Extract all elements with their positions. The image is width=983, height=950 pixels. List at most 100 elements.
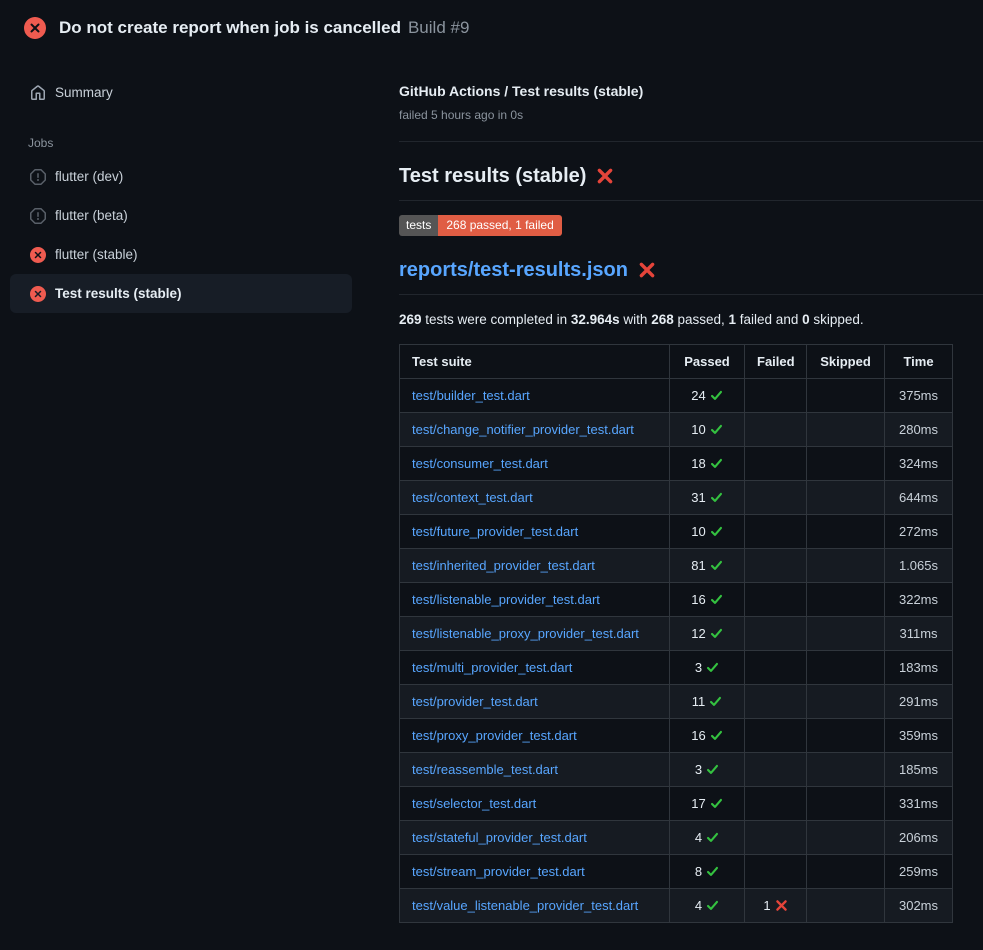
table-row: test/consumer_test.dart 18 324ms <box>400 447 953 481</box>
check-mark-icon <box>710 389 723 402</box>
suite-link[interactable]: test/builder_test.dart <box>412 388 530 403</box>
skipped-cell <box>807 617 885 651</box>
passed-cell: 16 <box>670 583 745 617</box>
skipped-cell <box>807 379 885 413</box>
time-cell: 359ms <box>885 719 953 753</box>
breadcrumb: GitHub Actions / Test results (stable) <box>399 83 983 100</box>
skipped-cell <box>807 515 885 549</box>
check-mark-icon <box>710 457 723 470</box>
suite-cell: test/listenable_provider_test.dart <box>400 583 670 617</box>
run-status-line: failed 5 hours ago in 0s <box>399 108 983 122</box>
passed-cell: 31 <box>670 481 745 515</box>
summary-segment: passed, <box>674 312 729 327</box>
suite-cell: test/inherited_provider_test.dart <box>400 549 670 583</box>
sidebar-job-item[interactable]: flutter (stable) <box>10 235 352 274</box>
report-file-link[interactable]: reports/test-results.json <box>399 258 628 282</box>
suite-link[interactable]: test/stateful_provider_test.dart <box>412 830 587 845</box>
check-mark-icon <box>710 627 723 640</box>
sidebar-job-item[interactable]: Test results (stable) <box>10 274 352 313</box>
suite-link[interactable]: test/change_notifier_provider_test.dart <box>412 422 634 437</box>
passed-cell: 17 <box>670 787 745 821</box>
suite-link[interactable]: test/value_listenable_provider_test.dart <box>412 898 638 913</box>
table-row: test/multi_provider_test.dart3183ms <box>400 651 953 685</box>
failed-cell <box>745 787 807 821</box>
passed-cell: 24 <box>670 379 745 413</box>
time-cell: 185ms <box>885 753 953 787</box>
summary-segment: with <box>620 312 652 327</box>
time-cell: 644ms <box>885 481 953 515</box>
skipped-cell <box>807 821 885 855</box>
table-row: test/stream_provider_test.dart8259ms <box>400 855 953 889</box>
check-mark-icon <box>710 797 723 810</box>
home-icon <box>30 85 46 101</box>
table-row: test/provider_test.dart11291ms <box>400 685 953 719</box>
passed-cell: 3 <box>670 753 745 787</box>
passed-cell: 81 <box>670 549 745 583</box>
skipped-cell <box>807 651 885 685</box>
failed-cell <box>745 719 807 753</box>
skipped-cell <box>807 787 885 821</box>
suite-cell: test/future_provider_test.dart <box>400 515 670 549</box>
suite-link[interactable]: test/listenable_provider_test.dart <box>412 592 600 607</box>
time-cell: 311ms <box>885 617 953 651</box>
suite-link[interactable]: test/selector_test.dart <box>412 796 536 811</box>
suite-link[interactable]: test/consumer_test.dart <box>412 456 548 471</box>
time-cell: 259ms <box>885 855 953 889</box>
check-mark-icon <box>710 559 723 572</box>
passed-cell: 10 <box>670 413 745 447</box>
table-row: test/value_listenable_provider_test.dart… <box>400 889 953 923</box>
tests-summary-sentence: 269 tests were completed in 32.964s with… <box>399 311 983 328</box>
failed-cell <box>745 447 807 481</box>
header-divider <box>399 141 983 142</box>
sidebar-job-item[interactable]: flutter (dev) <box>10 157 352 196</box>
suite-link[interactable]: test/multi_provider_test.dart <box>412 660 572 675</box>
suite-cell: test/listenable_proxy_provider_test.dart <box>400 617 670 651</box>
table-row: test/reassemble_test.dart 3 185ms <box>400 753 953 787</box>
suite-link[interactable]: test/future_provider_test.dart <box>412 524 578 539</box>
suite-link[interactable]: test/context_test.dart <box>412 490 533 505</box>
suite-link[interactable]: test/proxy_provider_test.dart <box>412 728 577 743</box>
failed-cell <box>745 515 807 549</box>
table-row: test/proxy_provider_test.dart16359ms <box>400 719 953 753</box>
sidebar-job-item[interactable]: flutter (beta) <box>10 196 352 235</box>
cross-mark-icon <box>638 261 656 279</box>
badge-value: 268 passed, 1 failed <box>438 215 561 236</box>
failed-cell <box>745 481 807 515</box>
suite-link[interactable]: test/stream_provider_test.dart <box>412 864 585 879</box>
suite-link[interactable]: test/provider_test.dart <box>412 694 538 709</box>
skipped-cell <box>807 481 885 515</box>
passed-cell: 18 <box>670 447 745 481</box>
suite-link[interactable]: test/inherited_provider_test.dart <box>412 558 595 573</box>
passed-cell: 4 <box>670 821 745 855</box>
cross-mark-icon <box>596 167 614 185</box>
time-cell: 280ms <box>885 413 953 447</box>
time-cell: 272ms <box>885 515 953 549</box>
check-mark-icon <box>706 763 719 776</box>
table-row: test/inherited_provider_test.dart811.065… <box>400 549 953 583</box>
check-mark-icon <box>710 491 723 504</box>
passed-cell: 4 <box>670 889 745 923</box>
skipped-cell <box>807 855 885 889</box>
summary-segment: failed and <box>736 312 802 327</box>
suite-cell: test/consumer_test.dart <box>400 447 670 481</box>
job-label: flutter (dev) <box>55 167 123 186</box>
table-row: test/listenable_proxy_provider_test.dart… <box>400 617 953 651</box>
suite-cell: test/value_listenable_provider_test.dart <box>400 889 670 923</box>
time-cell: 291ms <box>885 685 953 719</box>
job-label: flutter (stable) <box>55 245 138 264</box>
table-row: test/builder_test.dart24375ms <box>400 379 953 413</box>
jobs-list: flutter (dev) flutter (beta) flutter (stab… <box>0 157 399 313</box>
sidebar-item-summary[interactable]: Summary <box>10 73 352 112</box>
summary-segment: 1 <box>729 312 737 327</box>
summary-segment: 0 <box>802 312 810 327</box>
failed-cell: 1 <box>745 889 807 923</box>
time-cell: 302ms <box>885 889 953 923</box>
time-cell: 322ms <box>885 583 953 617</box>
column-header: Test suite <box>400 345 670 379</box>
section-heading: Test results (stable) <box>399 164 983 201</box>
passed-cell: 10 <box>670 515 745 549</box>
suite-link[interactable]: test/listenable_proxy_provider_test.dart <box>412 626 639 641</box>
time-cell: 324ms <box>885 447 953 481</box>
suite-link[interactable]: test/reassemble_test.dart <box>412 762 558 777</box>
test-results-table: Test suitePassedFailedSkippedTime test/b… <box>399 344 953 923</box>
